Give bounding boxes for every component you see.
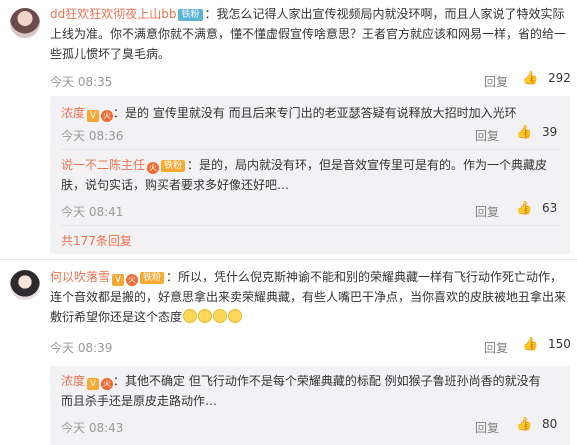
comment-body: 何以吹落雪 V 火铁粉 ：所以，凭什么倪克斯神谕不能和别的荣耀典藏一样有飞行动作死亡动… xyxy=(50,267,562,287)
reply-button[interactable]: 回复 xyxy=(475,127,499,144)
comment-time: 今天 08:39 xyxy=(50,341,113,355)
fire-medal-icon: 火 xyxy=(147,162,160,174)
comment-body: dd狂欢狂欢彻夜上山bb 铁粉 ：我怎么记得人家出宣传视频局内就没环啊，而且人家说了… xyxy=(50,4,565,24)
reply-time: 今天 08:43 xyxy=(61,421,124,435)
verified-v-icon: V xyxy=(87,110,100,122)
reply-time: 今天 08:36 xyxy=(61,129,124,143)
avatar[interactable] xyxy=(10,8,40,38)
thumbs-up-icon: 👍 xyxy=(516,125,533,140)
reply-text-line: 而且杀手还是原皮走路动作… xyxy=(61,394,218,408)
grin-emoji-icon xyxy=(183,309,198,323)
comment-text-line: 上线为准。你不满意你就不满意，懂不懂虚假宣传啥意思？王者官方就应该和网易一样，省… xyxy=(50,27,567,41)
like-button[interactable]: 👍 150 xyxy=(522,337,571,352)
divider xyxy=(61,225,561,226)
grin-emoji-icon xyxy=(213,309,228,323)
reply-text: ：是的 宣传里就没有 而且后来专门出的老亚瑟答疑有说释放大招时加入光环 xyxy=(113,106,517,120)
comment-text-line: 些孤儿惯坏了臭毛病。 xyxy=(50,47,171,61)
grin-emoji-icon xyxy=(228,309,243,323)
fire-medal-icon: 火 xyxy=(101,110,114,122)
username[interactable]: 说一不二陈主任 xyxy=(61,158,145,172)
comment-text-line: 敷衍希望你还是这个态度 xyxy=(50,307,243,327)
thumbs-up-icon: 👍 xyxy=(522,71,539,86)
divider xyxy=(61,149,561,150)
thumbs-up-icon: 👍 xyxy=(516,201,533,216)
comment-text: 敷衍希望你还是这个态度 xyxy=(50,310,183,324)
like-button[interactable]: 👍 80 xyxy=(516,417,557,432)
comment-text: ：所以，凭什么倪克斯神谕不能和别的荣耀典藏一样有飞行动作死亡动作， xyxy=(166,270,563,284)
comment-time: 今天 08:35 xyxy=(50,75,113,89)
thumbs-up-icon: 👍 xyxy=(522,337,539,352)
reply-time: 今天 08:41 xyxy=(61,205,124,219)
fire-medal-icon: 火 xyxy=(126,274,139,286)
reply-button[interactable]: 回复 xyxy=(484,339,508,356)
comment-text: ：我怎么记得人家出宣传视频局内就没环啊，而且人家说了特效实际 xyxy=(204,7,565,21)
like-count: 150 xyxy=(548,337,571,351)
more-replies-link[interactable]: 共177条回复 xyxy=(61,231,132,251)
reply-text: ：是的，局内就没有环，但是音效宣传里可是有的。作为一个典藏皮 xyxy=(187,158,548,172)
verified-v-icon: V xyxy=(112,274,125,286)
like-button[interactable]: 👍 39 xyxy=(516,125,557,140)
reply-body: 浓度 V 火：是的 宣传里就没有 而且后来专门出的老亚瑟答疑有说释放大招时加入光环 xyxy=(61,103,517,123)
username[interactable]: 何以吹落雪 xyxy=(50,270,110,284)
fan-badge: 铁粉 xyxy=(140,272,165,284)
reply-text-line: 肤，说句实话，购买者要求多好像还好吧… xyxy=(61,178,290,192)
like-button[interactable]: 👍 292 xyxy=(522,71,571,86)
like-count: 39 xyxy=(542,125,558,139)
like-count: 63 xyxy=(542,201,558,215)
fan-badge: 铁粉 xyxy=(178,9,203,21)
username[interactable]: 浓度 xyxy=(61,106,85,120)
reply-button[interactable]: 回复 xyxy=(475,203,499,220)
like-button[interactable]: 👍 63 xyxy=(516,201,557,216)
comment-text-line: 连个音效都是搬的，好意思拿出来卖荣耀典藏，有些人嘴巴干净点，当你喜欢的皮肤被地丑… xyxy=(50,290,567,304)
grin-emoji-icon xyxy=(198,309,213,323)
fan-badge: 铁粉 xyxy=(161,160,186,172)
reply-button[interactable]: 回复 xyxy=(484,73,508,90)
reply-text: ：其他不确定 但飞行动作不是每个荣耀典藏的标配 例如猴子鲁班孙尚香的就没有 xyxy=(113,374,541,388)
like-count: 292 xyxy=(548,71,571,85)
fire-medal-icon: 火 xyxy=(101,378,114,390)
username[interactable]: 浓度 xyxy=(61,374,85,388)
username[interactable]: dd狂欢狂欢彻夜上山bb xyxy=(50,7,176,21)
reply-button[interactable]: 回复 xyxy=(475,419,499,436)
avatar[interactable] xyxy=(10,270,40,300)
comment-feed: dd狂欢狂欢彻夜上山bb 铁粉 ：我怎么记得人家出宣传视频局内就没环啊，而且人家说了… xyxy=(0,0,577,445)
reply-body: 浓度 V 火：其他不确定 但飞行动作不是每个荣耀典藏的标配 例如猴子鲁班孙尚香的就没… xyxy=(61,371,541,391)
comment-divider xyxy=(0,259,577,260)
verified-v-icon: V xyxy=(87,378,100,390)
like-count: 80 xyxy=(542,417,558,431)
thumbs-up-icon: 👍 xyxy=(516,417,533,432)
reply-body: 说一不二陈主任火铁粉 ：是的，局内就没有环，但是音效宣传里可是有的。作为一个典藏皮 xyxy=(61,155,547,175)
